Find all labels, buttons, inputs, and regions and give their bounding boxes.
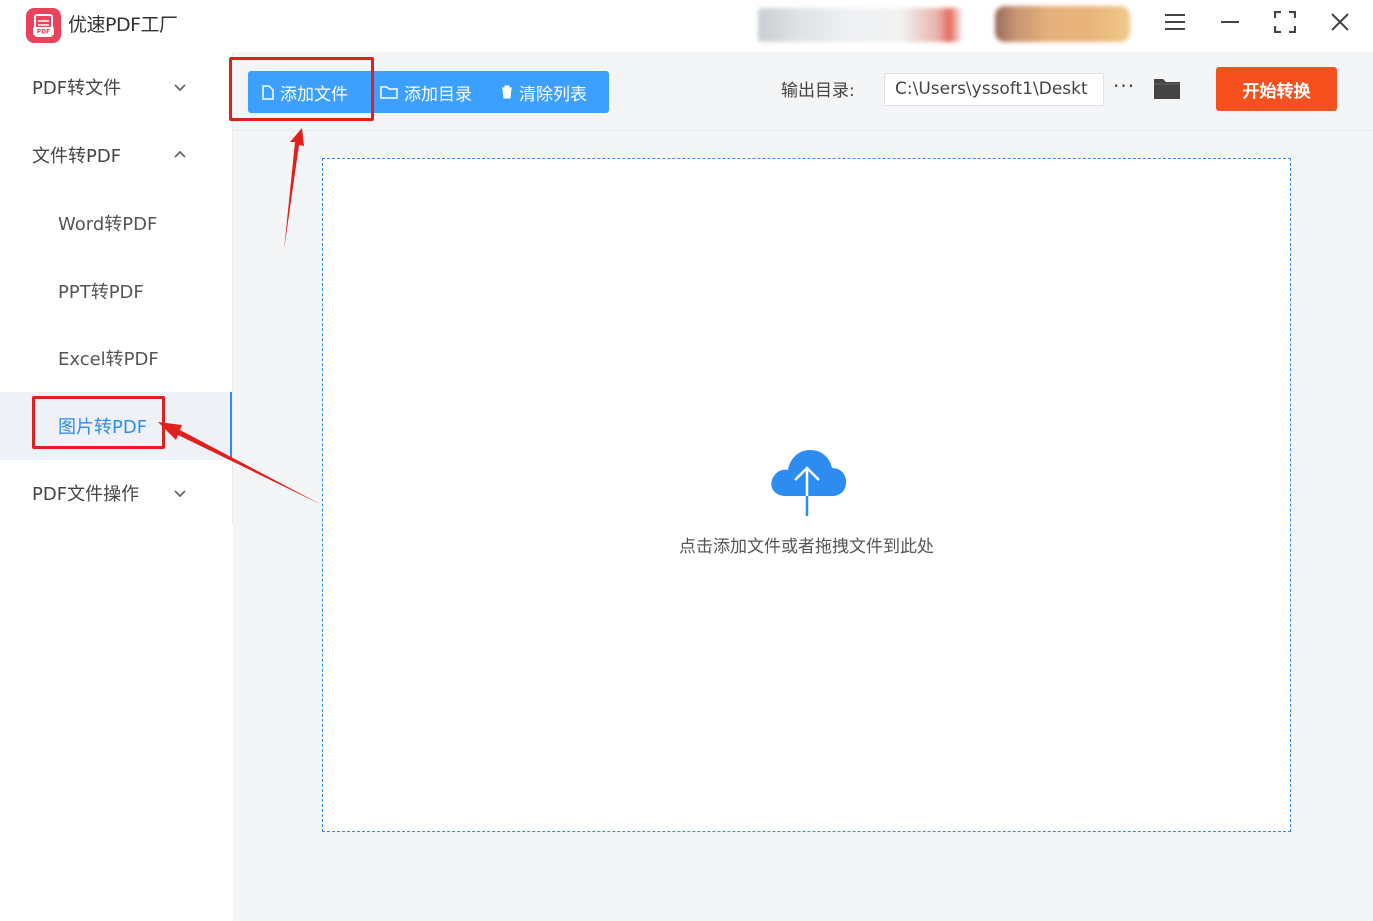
trash-icon [502, 85, 512, 99]
folder-outline-icon [380, 86, 398, 99]
cloud-upload-icon [766, 446, 848, 522]
maximize-icon[interactable] [1267, 6, 1303, 38]
sidebar-item-label: Word转PDF [58, 214, 158, 235]
sidebar-group-label: 文件转PDF [32, 146, 122, 167]
sidebar-group-label: PDF文件操作 [32, 484, 140, 505]
title-bar: PDF 优速PDF工厂 [0, 0, 1373, 52]
add-directory-button[interactable]: 添加目录 [380, 71, 472, 113]
minimize-icon[interactable] [1212, 6, 1248, 38]
sidebar-item-label: Excel转PDF [58, 349, 159, 370]
app-title: 优速PDF工厂 [68, 14, 178, 36]
chevron-up-icon [174, 150, 186, 158]
add-directory-label: 添加目录 [404, 84, 472, 105]
output-path-field[interactable]: C:\Users\yssoft1\Deskt [884, 73, 1104, 106]
toolbar-divider [233, 130, 1373, 131]
sidebar-item-word-to-pdf[interactable]: Word转PDF [0, 189, 233, 257]
file-drop-zone[interactable]: 点击添加文件或者拖拽文件到此处 [322, 158, 1291, 832]
app-window: PDF 优速PDF工厂 PDF转文件 文件转PDF Word转PDF PPT转P… [0, 0, 1373, 921]
start-convert-button[interactable]: 开始转换 [1216, 67, 1337, 111]
close-icon[interactable] [1322, 6, 1358, 38]
sidebar-item-excel-to-pdf[interactable]: Excel转PDF [0, 324, 233, 392]
clear-list-label: 清除列表 [519, 84, 587, 105]
blurred-avatar [995, 6, 1130, 42]
sidebar-group-pdf-to-file[interactable]: PDF转文件 [0, 53, 233, 121]
output-dir-label: 输出目录: [781, 81, 855, 101]
svg-text:PDF: PDF [37, 29, 50, 36]
main-panel: 添加文件 添加目录 清除列表 输出目录: C:\Users\yssoft1\De… [233, 52, 1373, 921]
drop-zone-hint: 点击添加文件或者拖拽文件到此处 [679, 537, 934, 557]
highlight-image-to-pdf [32, 396, 165, 449]
sidebar-group-file-to-pdf[interactable]: 文件转PDF [0, 121, 233, 189]
menu-icon[interactable] [1157, 6, 1193, 38]
sidebar-group-pdf-operations[interactable]: PDF文件操作 [0, 459, 233, 527]
sidebar-item-ppt-to-pdf[interactable]: PPT转PDF [0, 257, 233, 325]
sidebar-item-label: PPT转PDF [58, 282, 144, 303]
highlight-add-file [229, 57, 374, 121]
sidebar: PDF转文件 文件转PDF Word转PDF PPT转PDF Excel转PDF… [0, 52, 233, 921]
browse-more-button[interactable]: ··· [1113, 74, 1135, 98]
folder-icon[interactable] [1153, 76, 1181, 104]
blurred-region [758, 8, 962, 42]
pdf-logo-icon: PDF [26, 8, 61, 43]
clear-list-button[interactable]: 清除列表 [501, 71, 587, 113]
chevron-down-icon [174, 490, 186, 498]
chevron-down-icon [174, 84, 186, 92]
sidebar-group-label: PDF转文件 [32, 78, 122, 99]
